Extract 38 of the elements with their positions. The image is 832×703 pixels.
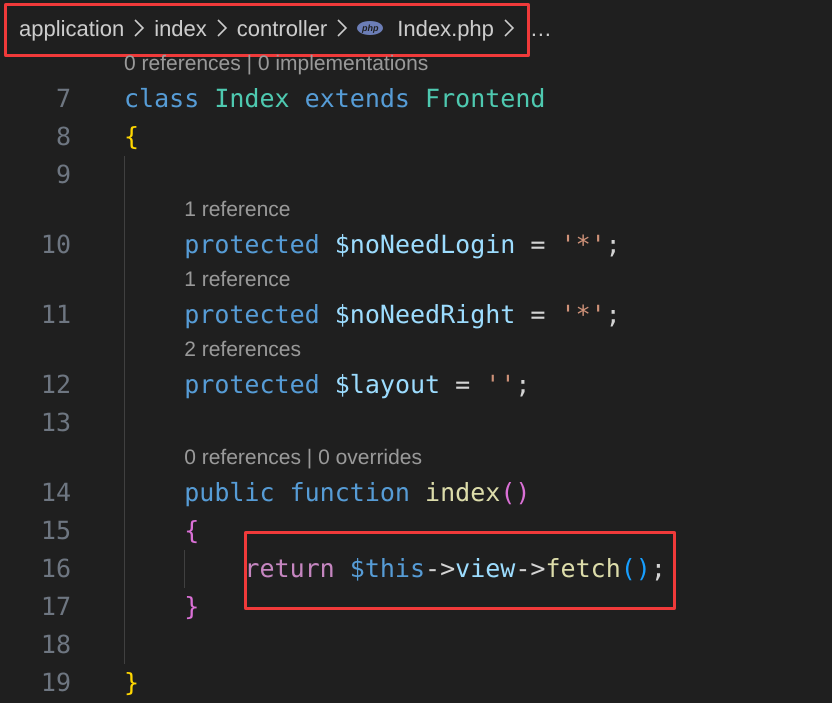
line-number: 11 [40, 299, 71, 332]
line-number: 18 [40, 629, 71, 662]
php-file-icon: php [357, 21, 384, 35]
chevron-right-icon [336, 18, 348, 38]
code-line: protected $layout = ''; [184, 370, 530, 400]
line-number: 10 [40, 229, 71, 262]
line-number: 7 [54, 83, 71, 116]
line-number: 19 [40, 667, 71, 700]
code-line: protected $noNeedLogin = '*'; [184, 230, 621, 260]
code-line: class Index extends Frontend [124, 84, 546, 114]
line-number: 13 [40, 407, 71, 440]
code-line: return $this->view->fetch(); [244, 554, 666, 584]
line-number: 14 [40, 477, 71, 510]
code-line: } [184, 592, 200, 622]
code-line: public function index() [184, 478, 530, 508]
breadcrumb-item[interactable]: application [19, 12, 124, 44]
line-number: 17 [40, 591, 71, 624]
code-line: } [124, 668, 140, 698]
codelens-text[interactable]: 0 references | 0 implementations [124, 48, 428, 80]
codelens-text[interactable]: 2 references [184, 334, 301, 366]
line-number: 16 [40, 553, 71, 586]
chevron-right-icon [133, 18, 146, 38]
line-number: 9 [54, 159, 71, 192]
line-number: 8 [54, 121, 71, 154]
line-number: 12 [40, 369, 71, 402]
breadcrumb-overflow[interactable]: … [530, 12, 552, 44]
code-line: { [184, 516, 200, 546]
codelens-text[interactable]: 1 reference [184, 194, 290, 226]
code-line: protected $noNeedRight = '*'; [184, 300, 621, 330]
code-line: { [124, 122, 140, 152]
line-number: 15 [40, 515, 71, 548]
breadcrumb-item[interactable]: controller [236, 12, 328, 44]
breadcrumb-item[interactable]: index [154, 12, 207, 44]
breadcrumb-item[interactable]: Index.php [397, 12, 494, 44]
chevron-right-icon [502, 18, 515, 38]
codelens-text[interactable]: 1 reference [184, 264, 290, 296]
chevron-right-icon [216, 18, 228, 38]
codelens-text[interactable]: 0 references | 0 overrides [184, 442, 422, 474]
